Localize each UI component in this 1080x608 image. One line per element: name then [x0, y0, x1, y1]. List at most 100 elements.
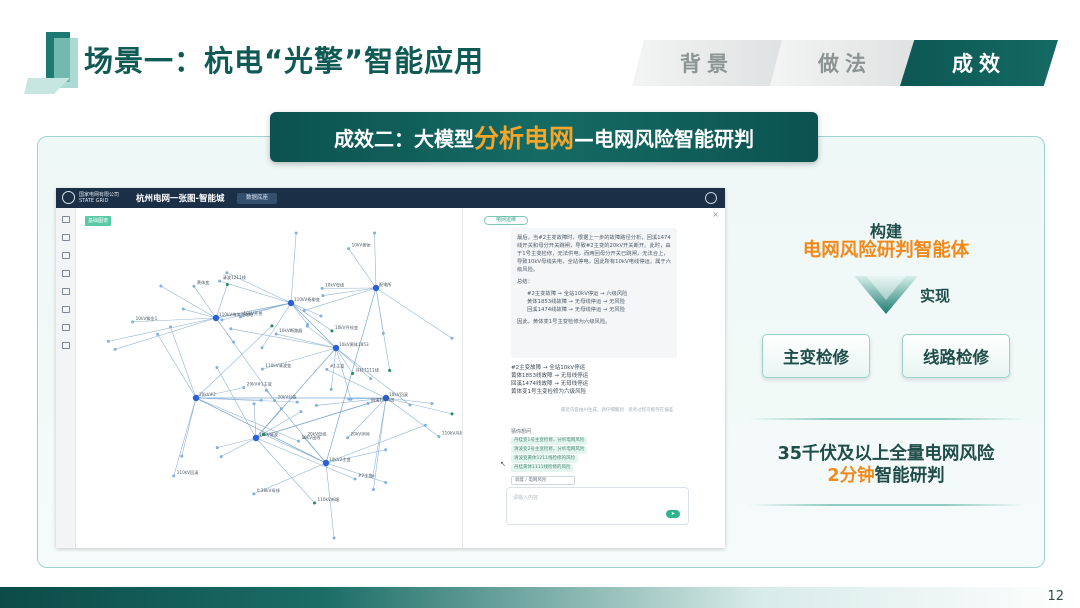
sidebar-home-icon[interactable] [62, 216, 70, 223]
graph-node[interactable] [373, 231, 377, 235]
graph-node[interactable] [347, 247, 351, 251]
sidebar-settings-icon[interactable] [62, 342, 70, 349]
graph-node[interactable] [319, 314, 323, 318]
graph-node[interactable] [295, 400, 299, 404]
tab-background[interactable]: 背景 [632, 40, 782, 86]
graph-node[interactable] [260, 367, 264, 371]
sidebar-layers-icon[interactable] [62, 234, 70, 241]
chat-mode-tag[interactable]: 电网运维 [484, 216, 528, 225]
graph-node[interactable] [347, 397, 351, 401]
suggestion-chip[interactable]: 清波变黄体1211线检修的风险 [511, 455, 578, 463]
graph-node[interactable] [450, 336, 454, 340]
graph-node[interactable] [384, 448, 388, 452]
graph-node[interactable] [320, 286, 324, 290]
graph-node[interactable] [273, 398, 277, 402]
graph-node[interactable] [321, 294, 325, 298]
graph-node[interactable] [225, 271, 229, 275]
graph-node[interactable] [371, 474, 375, 478]
graph-node[interactable] [302, 309, 306, 313]
graph-node[interactable] [264, 388, 268, 392]
graph-node[interactable] [192, 284, 196, 288]
graph-node[interactable] [450, 412, 454, 416]
sidebar-folder-icon[interactable] [62, 288, 70, 295]
graph-node[interactable] [215, 446, 219, 450]
suggestion-chip[interactable]: 清波变2号主变检修，分析电网风险 [511, 446, 588, 454]
graph-node[interactable] [232, 340, 236, 344]
sidebar-list-icon[interactable] [62, 270, 70, 277]
scene-select[interactable]: 调度 / 电网风险 [511, 476, 575, 485]
suggestions-title: 猜你想问 [511, 429, 532, 435]
graph-node[interactable] [332, 536, 336, 540]
graph-node[interactable] [329, 387, 333, 391]
user-avatar-icon[interactable] [705, 192, 717, 204]
graph-node[interactable] [330, 329, 334, 333]
graph-node[interactable] [325, 367, 329, 371]
tab-results[interactable]: 成效 [900, 40, 1058, 86]
graph-node[interactable] [371, 487, 375, 491]
graph-node[interactable] [305, 324, 309, 328]
graph-node[interactable] [106, 339, 110, 343]
graph-node[interactable] [369, 377, 373, 381]
graph-node[interactable] [218, 279, 222, 283]
graph-node[interactable] [172, 474, 176, 478]
graph-node[interactable] [220, 318, 224, 322]
graph-node[interactable] [225, 283, 229, 287]
graph-node[interactable] [113, 347, 117, 351]
graph-edge [193, 286, 217, 319]
transformer-maintenance-button[interactable]: 主变检修 [762, 334, 870, 378]
chat-input[interactable]: 请输入内容 ➤ [506, 487, 689, 525]
graph-edge [181, 397, 197, 457]
graph-node[interactable] [313, 501, 317, 505]
graph-node-label: #2主变 [358, 472, 373, 479]
graph-node[interactable] [242, 385, 246, 389]
graph-node[interactable] [437, 435, 441, 439]
sidebar-chart-icon[interactable] [62, 306, 70, 313]
graph-node[interactable] [131, 320, 135, 324]
send-button[interactable]: ➤ [666, 510, 680, 518]
line-maintenance-button[interactable]: 线路检修 [902, 334, 1010, 378]
graph-node[interactable] [260, 346, 264, 350]
graph-node[interactable] [423, 423, 427, 427]
graph-node[interactable] [279, 407, 283, 411]
graph-node[interactable] [252, 492, 256, 496]
graph-node[interactable] [229, 327, 233, 331]
graph-node[interactable] [259, 398, 263, 402]
graph-node[interactable] [296, 439, 300, 443]
graph-node[interactable] [262, 432, 266, 436]
graph-node-label: 110kV杨柳变 [294, 296, 320, 303]
graph-node[interactable] [353, 477, 357, 481]
tab-approach[interactable]: 做法 [770, 40, 920, 86]
chat-input-placeholder: 请输入内容 [513, 495, 539, 501]
graph-node[interactable] [366, 401, 370, 405]
graph-node[interactable] [294, 231, 298, 235]
graph-node[interactable] [215, 366, 219, 370]
close-icon[interactable]: × [712, 210, 719, 219]
graph-node[interactable] [430, 401, 434, 405]
graph-node[interactable] [156, 332, 160, 336]
suggestion-chip[interactable]: 丹桂变1号主变检修，分析电网风险 [511, 437, 588, 445]
page-number: 12 [1047, 589, 1064, 604]
graph-node-label: 10kV母线 [325, 281, 345, 288]
graph-node[interactable] [299, 410, 303, 414]
graph-node[interactable] [314, 403, 318, 407]
graph-node[interactable] [381, 331, 385, 335]
graph-node[interactable] [384, 481, 388, 485]
grid-topology-graph[interactable]: 110kV梅城变电站110kV杨柳变10kV黄体185310kV清波10kV回溪… [76, 208, 462, 548]
graph-node[interactable] [159, 284, 163, 288]
graph-node[interactable] [270, 324, 274, 328]
graph-node[interactable] [408, 403, 412, 407]
sidebar-map-icon[interactable] [62, 252, 70, 259]
graph-node[interactable] [274, 332, 278, 336]
graph-node[interactable] [180, 454, 184, 458]
graph-node[interactable] [351, 371, 355, 375]
data-base-button[interactable]: 数据底座 [237, 193, 277, 204]
graph-node[interactable] [168, 325, 172, 329]
graph-node[interactable] [388, 368, 392, 372]
suggestion-chip[interactable]: 丹桂黄体1111线检修的风险 [511, 464, 574, 472]
graph-node[interactable] [219, 455, 223, 459]
sidebar-share-icon[interactable] [62, 324, 70, 331]
graph-node[interactable] [181, 307, 185, 311]
graph-node[interactable] [238, 315, 242, 319]
graph-node[interactable] [346, 436, 350, 440]
graph-node[interactable] [252, 402, 256, 406]
